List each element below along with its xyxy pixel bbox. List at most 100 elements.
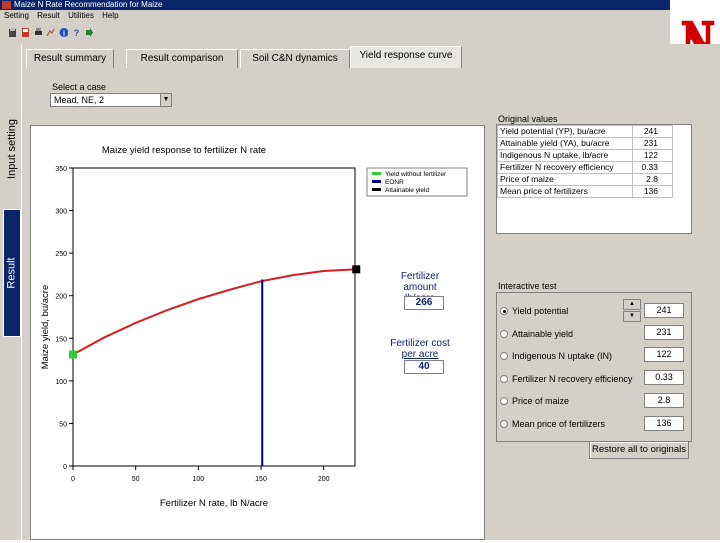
exit-icon[interactable] <box>84 27 93 38</box>
radio-button[interactable] <box>500 420 508 428</box>
tab-result-label: Result <box>6 257 18 289</box>
y-tick-label: 100 <box>55 379 67 386</box>
restore-originals-button[interactable]: Restore all to originals <box>589 441 689 459</box>
y-axis-label: Maize yield, bu/acre <box>40 285 51 369</box>
mean-fertilizer-price-input[interactable]: 136 <box>644 416 684 431</box>
save-icon[interactable] <box>21 27 30 38</box>
table-row: Indigenous N uptake, lb/acre 122 <box>497 149 673 162</box>
x-tick-label: 100 <box>192 476 204 483</box>
case-dropdown[interactable]: Mead, NE, 2 ▼ <box>50 93 172 107</box>
radio-indigenous-n-uptake[interactable]: Indigenous N uptake (IN) <box>500 349 612 363</box>
legend-label: Attainable yield <box>385 187 429 194</box>
row-label: Price of maize <box>497 173 633 186</box>
row-value: 231 <box>632 137 673 150</box>
table-row: Fertilizer N recovery efficiency 0.33 <box>497 161 673 174</box>
row-value: 136 <box>632 185 673 198</box>
marker-point <box>69 350 77 359</box>
row-value: 0.33 <box>632 161 673 174</box>
radio-button[interactable] <box>500 307 508 315</box>
fert-amount-label-line1: Fertilizer amount <box>400 271 440 293</box>
radio-mean-fertilizer-price[interactable]: Mean price of fertilizers <box>500 417 605 431</box>
svg-text:?: ? <box>74 28 80 38</box>
row-label: Attainable yield (YA), bu/acre <box>497 137 633 150</box>
y-tick-label: 200 <box>55 294 67 301</box>
radio-label: Yield potential <box>512 306 569 316</box>
fert-amount-value: 266 <box>404 296 444 310</box>
yield-potential-input[interactable]: 241 <box>644 303 684 318</box>
radio-button[interactable] <box>500 375 508 383</box>
row-label: Indigenous N uptake, lb/acre <box>497 149 633 162</box>
x-tick-label: 150 <box>255 476 267 483</box>
radio-n-recovery-efficiency[interactable]: Fertilizer N recovery efficiency <box>500 372 632 386</box>
radio-price-of-maize[interactable]: Price of maize <box>500 394 569 408</box>
radio-button[interactable] <box>500 352 508 360</box>
print-icon[interactable] <box>34 27 43 38</box>
result-tabs: Result summary Result comparison Soil C&… <box>22 44 720 68</box>
x-axis-label: Fertilizer N rate, lb N/acre <box>160 498 268 509</box>
case-value: Mead, NE, 2 <box>54 95 105 105</box>
legend-swatch <box>372 180 381 183</box>
original-values-table: Yield potential (YP), bu/acre 241 Attaina… <box>497 125 673 198</box>
radio-label: Indigenous N uptake (IN) <box>512 351 613 361</box>
marker-point <box>352 265 361 274</box>
price-of-maize-input[interactable]: 2.8 <box>644 393 684 408</box>
radio-button[interactable] <box>500 330 508 338</box>
tab-result-summary[interactable]: Result summary <box>26 49 114 68</box>
window-title: Maize N Rate Recommendation for Maize <box>14 0 163 9</box>
info-icon[interactable]: i <box>59 27 68 38</box>
radio-attainable-yield[interactable]: Attainable yield <box>500 327 573 341</box>
chevron-down-icon[interactable]: ▼ <box>160 94 171 106</box>
x-tick-label: 200 <box>318 476 330 483</box>
x-tick-label: 0 <box>71 476 75 483</box>
help-icon[interactable]: ? <box>72 27 81 38</box>
radio-button[interactable] <box>500 397 508 405</box>
attainable-yield-input[interactable]: 231 <box>644 325 684 340</box>
y-tick-label: 0 <box>63 464 67 471</box>
app-icon <box>2 1 11 9</box>
tab-soil-cn-dynamics[interactable]: Soil C&N dynamics <box>240 49 350 68</box>
toolbar: i ? <box>0 22 670 44</box>
menu-result[interactable]: Result <box>37 11 60 20</box>
fert-cost-label-line1: Fertilizer cost <box>390 338 450 349</box>
y-tick-label: 300 <box>55 209 67 216</box>
vertical-tab-bar: Input setting Result <box>0 44 22 540</box>
tab-input-setting-label: Input setting <box>6 119 18 179</box>
tab-result[interactable]: Result <box>3 209 21 337</box>
y-tick-label: 50 <box>59 421 67 428</box>
menu-setting[interactable]: Setting <box>4 11 29 20</box>
legend-swatch <box>372 188 381 191</box>
y-tick-label: 250 <box>55 251 67 258</box>
menu-help[interactable]: Help <box>102 11 118 20</box>
fert-cost-value: 40 <box>404 360 444 374</box>
radio-label: Fertilizer N recovery efficiency <box>512 374 633 384</box>
legend-label: EONR <box>385 179 404 186</box>
radio-yield-potential[interactable]: Yield potential <box>500 304 568 318</box>
legend-swatch <box>372 172 381 175</box>
menu-bar: Setting Result Utilities Help <box>0 10 670 22</box>
series-line <box>72 268 356 356</box>
fert-cost-label-line2: per acre <box>401 349 439 360</box>
n-recovery-efficiency-input[interactable]: 0.33 <box>644 370 684 385</box>
tab-yield-response-curve[interactable]: Yield response curve <box>350 46 462 68</box>
x-tick-label: 50 <box>132 476 140 483</box>
menu-utilities[interactable]: Utilities <box>68 11 94 20</box>
y-tick-label: 150 <box>55 336 67 343</box>
indigenous-n-uptake-input[interactable]: 122 <box>644 347 684 362</box>
plot-area <box>72 167 356 467</box>
original-values-box: Yield potential (YP), bu/acre 241 Attaina… <box>496 124 692 234</box>
spin-up-button[interactable]: ▲ <box>623 299 641 310</box>
tab-result-comparison[interactable]: Result comparison <box>126 49 238 68</box>
svg-text:i: i <box>63 30 65 38</box>
chart-icon[interactable] <box>46 27 55 38</box>
original-values-title: Original values <box>498 114 558 124</box>
spin-down-button[interactable]: ▼ <box>623 311 641 322</box>
open-icon[interactable] <box>8 27 17 38</box>
radio-label: Mean price of fertilizers <box>512 419 606 429</box>
interactive-test-title: Interactive test <box>498 281 557 291</box>
title-bar: Maize N Rate Recommendation for Maize <box>0 0 670 10</box>
chart-title: Maize yield response to fertilizer N rat… <box>102 145 266 156</box>
row-label: Yield potential (YP), bu/acre <box>497 125 633 138</box>
table-row: Yield potential (YP), bu/acre 241 <box>497 125 673 138</box>
tab-input-setting[interactable]: Input setting <box>3 104 21 194</box>
radio-label: Attainable yield <box>512 329 574 339</box>
